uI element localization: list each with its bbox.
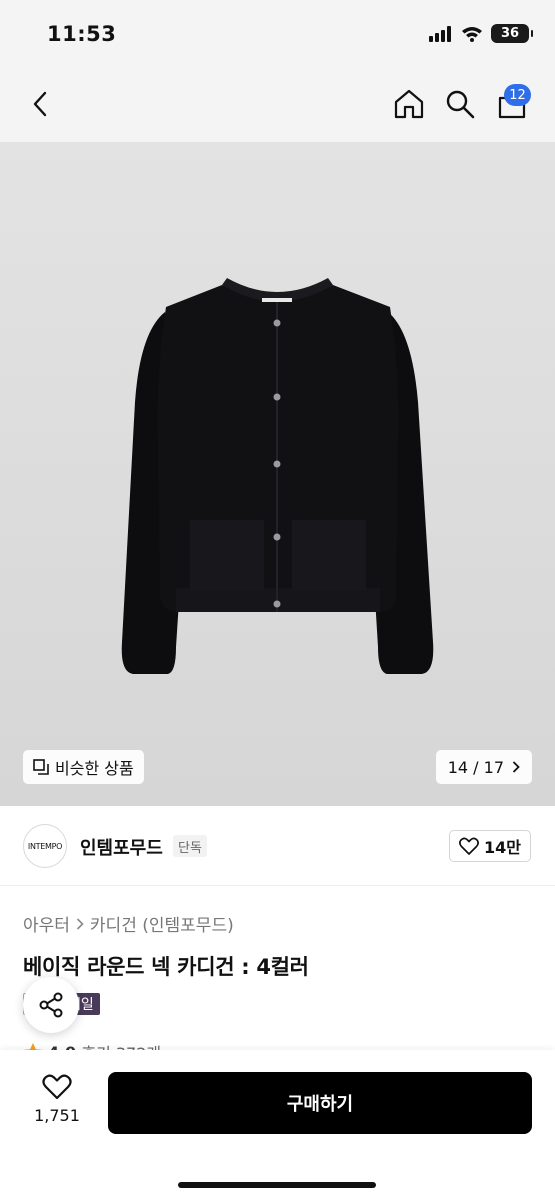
exclusive-tag: 단독 (173, 835, 207, 857)
heart-icon (459, 837, 479, 855)
status-bar: 11:53 36 (0, 0, 555, 70)
image-counter: 14 / 17 (447, 757, 504, 777)
cart-count-badge: 12 (504, 84, 531, 106)
top-nav (0, 70, 555, 142)
home-icon (394, 89, 424, 119)
breadcrumb: 아우터 카디건 (인템포무드) (23, 911, 234, 936)
heart-icon (42, 1074, 72, 1100)
brand-row: INTEMPO 인템포무드 단독 14만 (0, 806, 555, 886)
brand-name[interactable]: 인템포무드 (80, 834, 163, 860)
chevron-right-icon (76, 917, 84, 930)
wishlist-count: 1,751 (34, 1106, 80, 1125)
brand-like-button[interactable]: 14만 (449, 830, 531, 862)
similar-products-label: 비슷한 상품 (55, 759, 134, 778)
bottom-action-bar: 1,751 구매하기 (0, 1050, 555, 1200)
brand-logo[interactable]: INTEMPO (23, 824, 67, 868)
brand-logo-text: INTEMPO (27, 841, 63, 851)
back-button[interactable] (20, 84, 60, 124)
similar-products-button[interactable]: 비슷한 상품 (23, 750, 144, 784)
wifi-icon (462, 26, 482, 42)
wishlist-button[interactable]: 1,751 (30, 1074, 84, 1125)
status-time: 11:53 (47, 22, 117, 46)
brand-like-count: 14만 (484, 838, 521, 857)
chevron-right-icon (512, 761, 520, 773)
home-button[interactable] (389, 84, 429, 124)
home-indicator (178, 1182, 376, 1188)
cardigan-product-image (121, 278, 434, 674)
breadcrumb-item[interactable]: 카디건 (인템포무드) (90, 911, 234, 936)
buy-button[interactable]: 구매하기 (108, 1072, 532, 1134)
battery-indicator: 36 (491, 24, 533, 43)
signal-icon (429, 25, 451, 42)
share-icon (39, 992, 63, 1018)
product-title: 베이직 라운드 넥 카디건 : 4컬러 (23, 955, 309, 979)
back-icon (33, 91, 47, 117)
search-button[interactable] (440, 84, 480, 124)
status-icons: 36 (429, 24, 533, 43)
breadcrumb-item[interactable]: 아우터 (23, 911, 70, 936)
image-counter-button[interactable]: 14 / 17 (435, 750, 532, 784)
search-icon (446, 90, 475, 119)
share-button[interactable] (23, 977, 79, 1033)
product-image-gallery[interactable]: 비슷한 상품 14 / 17 (0, 142, 555, 806)
copy-icon (33, 759, 49, 775)
